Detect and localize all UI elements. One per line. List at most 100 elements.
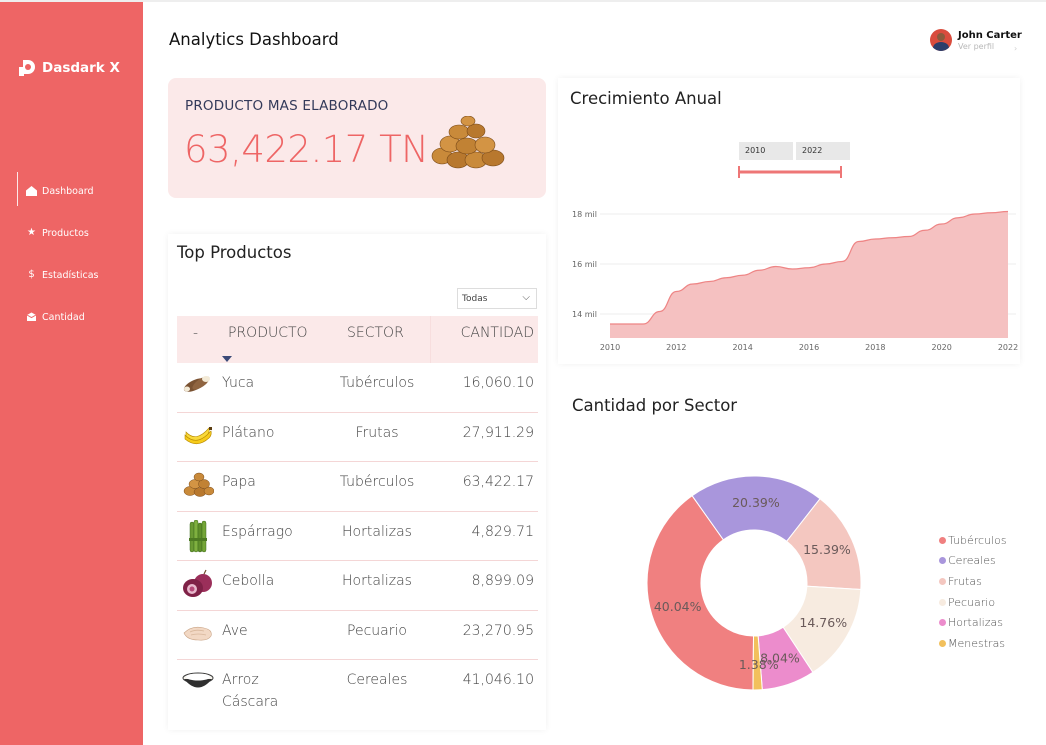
product-sector: Frutas (355, 424, 399, 441)
filter-value: Todas (462, 293, 488, 304)
product-quantity: 8,899.09 (471, 573, 534, 589)
sidebar-item-estadisticas[interactable]: $ Estadísticas (0, 254, 143, 296)
user-profile[interactable]: John Carter Ver perfil › (930, 29, 1022, 53)
x-tick-label: 2014 (732, 343, 752, 352)
legend-dot (939, 557, 946, 565)
brand-name: Dasdark X (42, 60, 120, 76)
legend-label: Cereales (948, 554, 996, 568)
sidebar-item-label: Estadísticas (42, 269, 99, 281)
sidebar-item-productos[interactable]: ★ Productos (0, 212, 143, 254)
legend-label: Tubérculos (948, 533, 1007, 547)
range-start-chip[interactable]: 2010 (739, 142, 793, 160)
table-row[interactable]: Plátano Frutas 27,911.29 (177, 413, 538, 462)
column-header-index[interactable]: - (193, 325, 198, 341)
x-tick-label: 2016 (799, 343, 819, 352)
sidebar-item-label: Cantidad (42, 311, 85, 323)
legend-label: Menestras (948, 636, 1006, 650)
sidebar: Dasdark X Dashboard ★ Productos $ Estadí… (0, 2, 143, 745)
legend-dot (939, 619, 946, 627)
avatar[interactable] (930, 29, 952, 51)
product-quantity: 4,829.71 (471, 523, 534, 540)
top-products-card: Top Productos Todas ⌵ - PRODUCTO SECTOR … (168, 234, 546, 730)
legend-item[interactable]: Pecuario (939, 592, 1007, 613)
legend-item[interactable]: Cereales (939, 551, 1007, 572)
y-tick-label: 18 mil (572, 210, 597, 219)
highlight-label: PRODUCTO MAS ELABORADO (185, 98, 389, 114)
box-icon (26, 312, 37, 323)
donut-data-label: 1.38% (739, 657, 779, 672)
column-divider (430, 316, 431, 363)
y-tick-label: 14 mil (572, 310, 597, 319)
top-products-title: Top Productos (177, 243, 292, 262)
legend-item[interactable]: Tubérculos (939, 530, 1007, 551)
product-name: Ave (222, 622, 248, 639)
table-row[interactable]: Papa Tubérculos 63,422.17 (177, 462, 538, 512)
product-quantity: 63,422.17 (462, 474, 534, 490)
sector-donut-chart: 40.04%20.39%15.39%14.76%8.04%1.38% (646, 476, 862, 691)
sector-legend: Tubérculos Cereales Frutas Pecuario Hort… (939, 530, 1007, 654)
sidebar-item-label: Productos (42, 227, 89, 239)
growth-chart-title: Crecimiento Anual (570, 89, 722, 108)
donut-data-label: 14.76% (799, 615, 847, 630)
table-row[interactable]: Espárrago Hortalizas 4,829.71 (177, 512, 538, 561)
highlight-card: PRODUCTO MAS ELABORADO 63,422.17 TN (168, 78, 546, 198)
legend-item[interactable]: Frutas (939, 571, 1007, 592)
x-tick-label: 2010 (600, 343, 620, 352)
product-name: Arroz Cáscara (222, 672, 279, 710)
brand[interactable]: Dasdark X (17, 58, 120, 78)
logo-icon (17, 58, 37, 78)
x-tick-label: 2020 (931, 343, 951, 352)
table-row[interactable]: Cebolla Hortalizas 8,899.09 (177, 561, 538, 611)
product-sector: Cereales (346, 672, 408, 688)
dollar-icon: $ (28, 269, 35, 280)
chevron-down-icon: ⌵ (522, 292, 530, 303)
table-row[interactable]: Ave Pecuario 23,270.95 (177, 611, 538, 660)
column-header-cantidad[interactable]: CANTIDAD (461, 325, 534, 341)
sidebar-item-cantidad[interactable]: Cantidad (0, 296, 143, 338)
legend-item[interactable]: Hortalizas (939, 612, 1007, 633)
legend-item[interactable]: Menestras (939, 633, 1007, 654)
donut-data-label: 15.39% (803, 542, 851, 557)
x-tick-label: 2022 (998, 343, 1018, 352)
growth-area (610, 211, 1008, 338)
table-body: Yuca Tubérculos 16,060.10 Plátano Frutas… (177, 363, 538, 720)
product-name: Papa (222, 474, 256, 490)
home-icon (26, 186, 37, 197)
product-sector: Tubérculos (339, 375, 415, 391)
product-quantity: 27,911.29 (462, 424, 534, 441)
growth-chart-card: 14 mil 16 mil 18 mil 2010 2012 2014 2016 2018 20… (558, 78, 1020, 364)
table-row[interactable]: Yuca Tubérculos 16,060.10 (177, 363, 538, 413)
product-name: Plátano (222, 424, 275, 441)
potato-image (182, 470, 215, 500)
potatoes-image (430, 115, 510, 176)
donut-data-label: 40.04% (654, 599, 702, 614)
highlight-value: 63,422.17 TN (184, 128, 429, 171)
legend-label: Frutas (948, 574, 982, 588)
column-header-sector[interactable]: SECTOR (347, 325, 404, 341)
rice-image (182, 668, 214, 698)
legend-label: Hortalizas (948, 616, 1003, 630)
column-header-producto[interactable]: PRODUCTO (228, 325, 308, 341)
product-name: Cebolla (222, 573, 275, 589)
onion-image (182, 569, 214, 599)
donut-data-label: 20.39% (732, 495, 780, 510)
legend-dot (939, 536, 946, 544)
x-tick-label: 2012 (666, 343, 686, 352)
page-title: Analytics Dashboard (169, 30, 339, 49)
legend-label: Pecuario (948, 595, 996, 609)
banana-image (182, 421, 214, 451)
x-tick-label: 2018 (865, 343, 885, 352)
user-name: John Carter (958, 29, 1022, 41)
sidebar-item-dashboard[interactable]: Dashboard (0, 170, 143, 212)
product-quantity: 23,270.95 (462, 622, 534, 639)
star-icon: ★ (27, 227, 36, 238)
product-sector: Hortalizas (342, 573, 412, 589)
range-end-chip[interactable]: 2022 (796, 142, 850, 160)
table-row[interactable]: Arroz Cáscara Cereales 41,046.10 (177, 660, 538, 720)
sidebar-nav: Dashboard ★ Productos $ Estadísticas Can… (0, 170, 143, 338)
profile-link[interactable]: Ver perfil (958, 42, 1022, 51)
growth-chart: 14 mil 16 mil 18 mil 2010 2012 2014 2016 2018 20… (572, 166, 1018, 352)
product-sector: Pecuario (347, 622, 407, 639)
chevron-right-icon[interactable]: › (1014, 44, 1017, 53)
sector-filter-select[interactable]: Todas ⌵ (457, 288, 537, 309)
